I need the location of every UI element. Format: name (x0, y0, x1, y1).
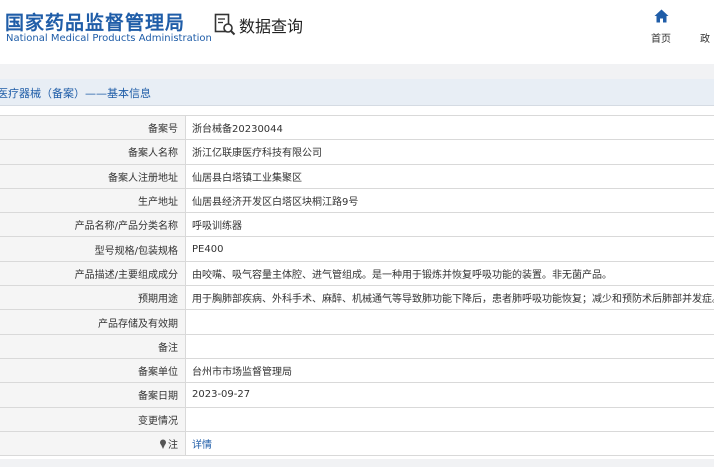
site-logo-cn[interactable]: 国家药品监督管理局 (5, 8, 185, 35)
table-row-note: 注 详情 (0, 431, 714, 457)
note-label: 注 (168, 440, 178, 451)
section-title: 医疗器械（备案）——基本信息 (0, 87, 151, 100)
row-value: PE400 (185, 236, 714, 262)
info-table: 备案号 浙台械备20230044 备案人名称 浙江亿联康医疗科技有限公司 备案人注册… (0, 114, 714, 457)
table-row: 生产地址 仙居县经济开发区白塔区块桐江路9号 (0, 188, 714, 214)
table-row: 备案单位 台州市市场监督管理局 (0, 358, 714, 384)
home-icon (654, 9, 668, 23)
table-row: 型号规格/包装规格 PE400 (0, 236, 714, 262)
row-label: 型号规格/包装规格 (0, 236, 186, 262)
table-row: 备案日期 2023-09-27 (0, 382, 714, 408)
document-search-icon (214, 13, 236, 36)
section-title-bar: 医疗器械（备案）——基本信息 (0, 79, 714, 106)
note-label-cell: 注 (0, 431, 186, 457)
row-label: 产品描述/主要组成成分 (0, 261, 186, 287)
row-value (185, 407, 714, 432)
row-label: 备案人名称 (0, 139, 186, 165)
table-row: 产品名称/产品分类名称 呼吸训练器 (0, 212, 714, 238)
table-row: 产品描述/主要组成成分 由咬嘴、吸气容量主体腔、进气管组成。是一种用于锻炼并恢复呼… (0, 261, 714, 287)
row-value (185, 334, 714, 359)
details-link[interactable]: 详情 (192, 440, 212, 451)
table-row: 变更情况 (0, 407, 714, 432)
row-label: 备注 (0, 334, 186, 359)
nav-item-home[interactable]: 首页 (645, 9, 677, 45)
nav-home-label: 首页 (651, 34, 671, 45)
site-logo-en[interactable]: National Medical Products Administration (6, 33, 212, 44)
row-value: 浙江亿联康医疗科技有限公司 (185, 139, 714, 165)
row-value: 2023-09-27 (185, 382, 714, 408)
data-query-label: 数据查询 (239, 17, 304, 36)
row-label: 变更情况 (0, 407, 186, 432)
note-value-cell: 详情 (185, 431, 714, 457)
row-value (185, 309, 714, 335)
nav-item-gov[interactable]: 政 (700, 30, 710, 45)
footer-band (0, 459, 714, 467)
row-label: 预期用途 (0, 285, 186, 311)
site-header: 国家药品监督管理局 National Medical Products Admi… (0, 0, 714, 64)
row-value: 浙台械备20230044 (185, 114, 714, 141)
table-row: 备案人名称 浙江亿联康医疗科技有限公司 (0, 139, 714, 165)
row-label: 生产地址 (0, 188, 186, 214)
row-value: 仙居县经济开发区白塔区块桐江路9号 (185, 188, 714, 214)
table-row: 备案号 浙台械备20230044 (0, 114, 714, 141)
row-label: 备案单位 (0, 358, 186, 384)
table-row: 备案人注册地址 仙居县白塔镇工业集聚区 (0, 164, 714, 189)
pin-icon (160, 439, 166, 449)
header-divider-band (0, 64, 714, 79)
row-label: 备案号 (0, 114, 186, 141)
row-value: 仙居县白塔镇工业集聚区 (185, 164, 714, 189)
row-value: 呼吸训练器 (185, 212, 714, 238)
row-label: 备案日期 (0, 382, 186, 408)
data-query-link[interactable]: 数据查询 (214, 12, 303, 38)
table-row: 产品存储及有效期 (0, 309, 714, 335)
row-label: 产品存储及有效期 (0, 309, 186, 335)
row-label: 备案人注册地址 (0, 164, 186, 189)
table-row: 备注 (0, 334, 714, 359)
table-row: 预期用途 用于胸肺部疾病、外科手术、麻醉、机械通气等导致肺功能下降后，患者肺呼吸功… (0, 285, 714, 311)
row-value: 台州市市场监督管理局 (185, 358, 714, 384)
row-value: 用于胸肺部疾病、外科手术、麻醉、机械通气等导致肺功能下降后，患者肺呼吸功能恢复；… (185, 285, 714, 311)
row-value: 由咬嘴、吸气容量主体腔、进气管组成。是一种用于锻炼并恢复呼吸功能的装置。非无菌产… (185, 261, 714, 287)
row-label: 产品名称/产品分类名称 (0, 212, 186, 238)
